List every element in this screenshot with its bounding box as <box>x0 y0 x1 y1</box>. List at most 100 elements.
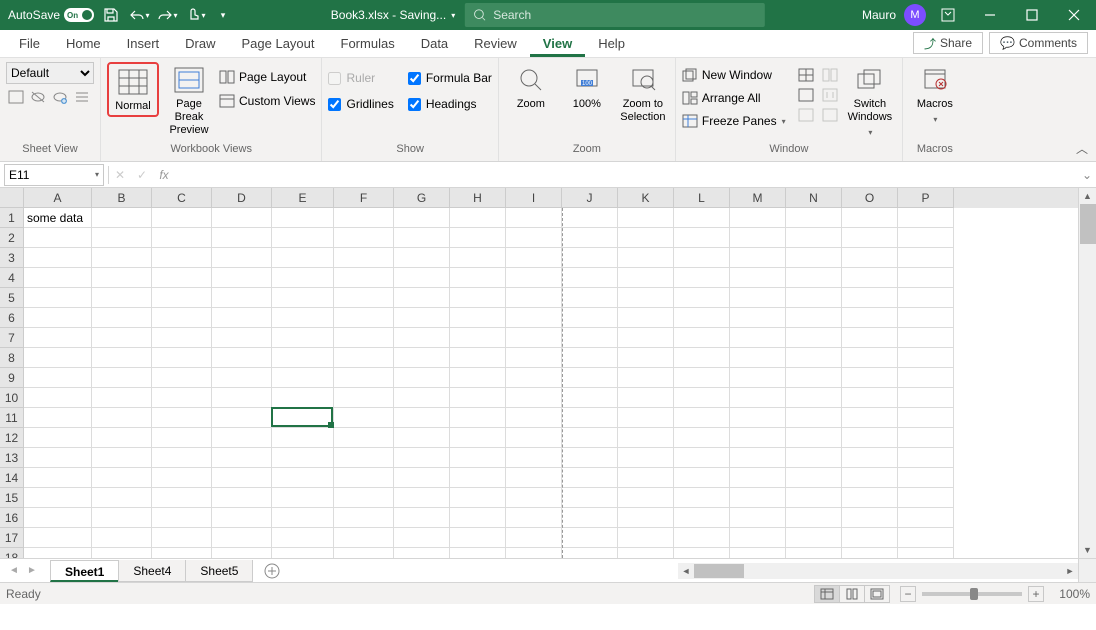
row-header-18[interactable]: 18 <box>0 548 24 558</box>
cell-J3[interactable] <box>562 248 618 268</box>
cell-D7[interactable] <box>212 328 272 348</box>
cell-E2[interactable] <box>272 228 334 248</box>
cell-O4[interactable] <box>842 268 898 288</box>
cell-P12[interactable] <box>898 428 954 448</box>
cell-C1[interactable] <box>152 208 212 228</box>
cell-O6[interactable] <box>842 308 898 328</box>
cell-B7[interactable] <box>92 328 152 348</box>
cell-G10[interactable] <box>394 388 450 408</box>
row-header-11[interactable]: 11 <box>0 408 24 428</box>
cell-K16[interactable] <box>618 508 674 528</box>
cell-N7[interactable] <box>786 328 842 348</box>
row-header-15[interactable]: 15 <box>0 488 24 508</box>
view-options-icon[interactable] <box>72 88 92 106</box>
cell-O13[interactable] <box>842 448 898 468</box>
cell-A11[interactable] <box>24 408 92 428</box>
cell-G18[interactable] <box>394 548 450 558</box>
cell-O3[interactable] <box>842 248 898 268</box>
cell-E14[interactable] <box>272 468 334 488</box>
cell-L14[interactable] <box>674 468 730 488</box>
cell-J12[interactable] <box>562 428 618 448</box>
touch-mode-icon[interactable]: ▾ <box>184 4 206 26</box>
cell-D17[interactable] <box>212 528 272 548</box>
horizontal-scrollbar[interactable]: ◄ ► <box>678 563 1078 579</box>
cell-H7[interactable] <box>450 328 506 348</box>
split-icon[interactable] <box>796 66 816 84</box>
cell-N16[interactable] <box>786 508 842 528</box>
cell-H12[interactable] <box>450 428 506 448</box>
sheet-tab-sheet1[interactable]: Sheet1 <box>50 560 119 582</box>
cell-E10[interactable] <box>272 388 334 408</box>
cell-D4[interactable] <box>212 268 272 288</box>
cell-M3[interactable] <box>730 248 786 268</box>
cell-N10[interactable] <box>786 388 842 408</box>
cell-C15[interactable] <box>152 488 212 508</box>
cell-K12[interactable] <box>618 428 674 448</box>
cell-J18[interactable] <box>562 548 618 558</box>
row-header-10[interactable]: 10 <box>0 388 24 408</box>
cell-L4[interactable] <box>674 268 730 288</box>
cell-M8[interactable] <box>730 348 786 368</box>
document-title[interactable]: Book3.xlsx - Saving... ▾ <box>331 8 455 22</box>
sheet-tab-sheet4[interactable]: Sheet4 <box>118 560 186 582</box>
cell-G15[interactable] <box>394 488 450 508</box>
cell-P15[interactable] <box>898 488 954 508</box>
cell-A15[interactable] <box>24 488 92 508</box>
cell-H4[interactable] <box>450 268 506 288</box>
cell-G8[interactable] <box>394 348 450 368</box>
gridlines-checkbox[interactable]: Gridlines <box>328 94 393 114</box>
cell-J4[interactable] <box>562 268 618 288</box>
cell-D3[interactable] <box>212 248 272 268</box>
tab-page-layout[interactable]: Page Layout <box>229 31 328 57</box>
row-header-1[interactable]: 1 <box>0 208 24 228</box>
cell-I14[interactable] <box>506 468 562 488</box>
headings-checkbox[interactable]: Headings <box>408 94 492 114</box>
cell-B6[interactable] <box>92 308 152 328</box>
name-box[interactable]: E11▾ <box>4 164 104 186</box>
cell-E11[interactable] <box>272 408 334 428</box>
cell-C8[interactable] <box>152 348 212 368</box>
cell-B9[interactable] <box>92 368 152 388</box>
vertical-scrollbar[interactable]: ▲ ▼ <box>1078 188 1096 558</box>
cell-E13[interactable] <box>272 448 334 468</box>
cell-B15[interactable] <box>92 488 152 508</box>
cell-K13[interactable] <box>618 448 674 468</box>
cell-L8[interactable] <box>674 348 730 368</box>
cell-M11[interactable] <box>730 408 786 428</box>
col-header-C[interactable]: C <box>152 188 212 208</box>
cell-J1[interactable] <box>562 208 618 228</box>
cell-F14[interactable] <box>334 468 394 488</box>
row-header-17[interactable]: 17 <box>0 528 24 548</box>
cell-N4[interactable] <box>786 268 842 288</box>
cell-E1[interactable] <box>272 208 334 228</box>
cell-L16[interactable] <box>674 508 730 528</box>
cell-N13[interactable] <box>786 448 842 468</box>
cell-G7[interactable] <box>394 328 450 348</box>
cell-I15[interactable] <box>506 488 562 508</box>
page-break-preview-button[interactable]: Page Break Preview <box>163 62 215 139</box>
cell-A14[interactable] <box>24 468 92 488</box>
cell-C12[interactable] <box>152 428 212 448</box>
cell-A5[interactable] <box>24 288 92 308</box>
cell-A2[interactable] <box>24 228 92 248</box>
row-header-14[interactable]: 14 <box>0 468 24 488</box>
sheet-view-dropdown[interactable]: Default <box>6 62 94 84</box>
cell-N18[interactable] <box>786 548 842 558</box>
cell-O1[interactable] <box>842 208 898 228</box>
col-header-I[interactable]: I <box>506 188 562 208</box>
cell-G4[interactable] <box>394 268 450 288</box>
cell-O9[interactable] <box>842 368 898 388</box>
cell-A10[interactable] <box>24 388 92 408</box>
cell-C4[interactable] <box>152 268 212 288</box>
cell-I7[interactable] <box>506 328 562 348</box>
cell-L18[interactable] <box>674 548 730 558</box>
cell-J9[interactable] <box>562 368 618 388</box>
cell-C17[interactable] <box>152 528 212 548</box>
expand-formula-bar-icon[interactable]: ⌄ <box>1078 168 1096 182</box>
col-header-L[interactable]: L <box>674 188 730 208</box>
cell-F6[interactable] <box>334 308 394 328</box>
cell-C16[interactable] <box>152 508 212 528</box>
cell-J15[interactable] <box>562 488 618 508</box>
cell-L12[interactable] <box>674 428 730 448</box>
cell-D6[interactable] <box>212 308 272 328</box>
